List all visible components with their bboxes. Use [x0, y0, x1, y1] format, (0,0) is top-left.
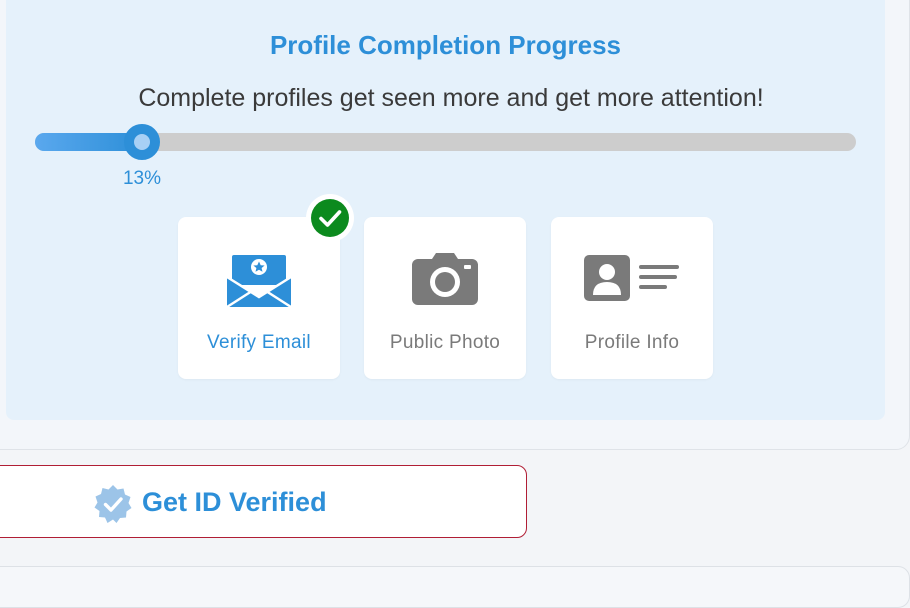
get-id-verified-label: Get ID Verified: [142, 487, 327, 517]
step-label-profile-info: Profile Info: [584, 332, 680, 353]
progress-thumb[interactable]: [124, 124, 160, 160]
get-id-verified-button[interactable]: Get ID Verified: [0, 465, 527, 538]
step-public-photo[interactable]: Public Photo: [364, 217, 526, 379]
id-card-icon: [551, 253, 713, 313]
step-verify-email[interactable]: Verify Email: [178, 194, 354, 379]
verified-badge-icon: [93, 484, 133, 524]
next-card: [0, 566, 910, 608]
camera-icon: [364, 253, 526, 313]
progress-panel: Profile Completion Progress Complete pro…: [6, 0, 885, 420]
progress-subtitle: Complete profiles get seen more and get …: [138, 84, 764, 112]
progress-title: Profile Completion Progress: [269, 30, 622, 60]
progress-percent-label: 13%: [122, 168, 162, 189]
step-profile-info[interactable]: Profile Info: [551, 217, 713, 379]
progress-slider[interactable]: [35, 124, 856, 160]
step-label-public-photo: Public Photo: [389, 332, 501, 353]
completed-badge: [306, 194, 354, 242]
step-label-verify-email: Verify Email: [207, 332, 311, 353]
email-star-icon: [178, 253, 340, 313]
check-icon: [311, 199, 349, 237]
